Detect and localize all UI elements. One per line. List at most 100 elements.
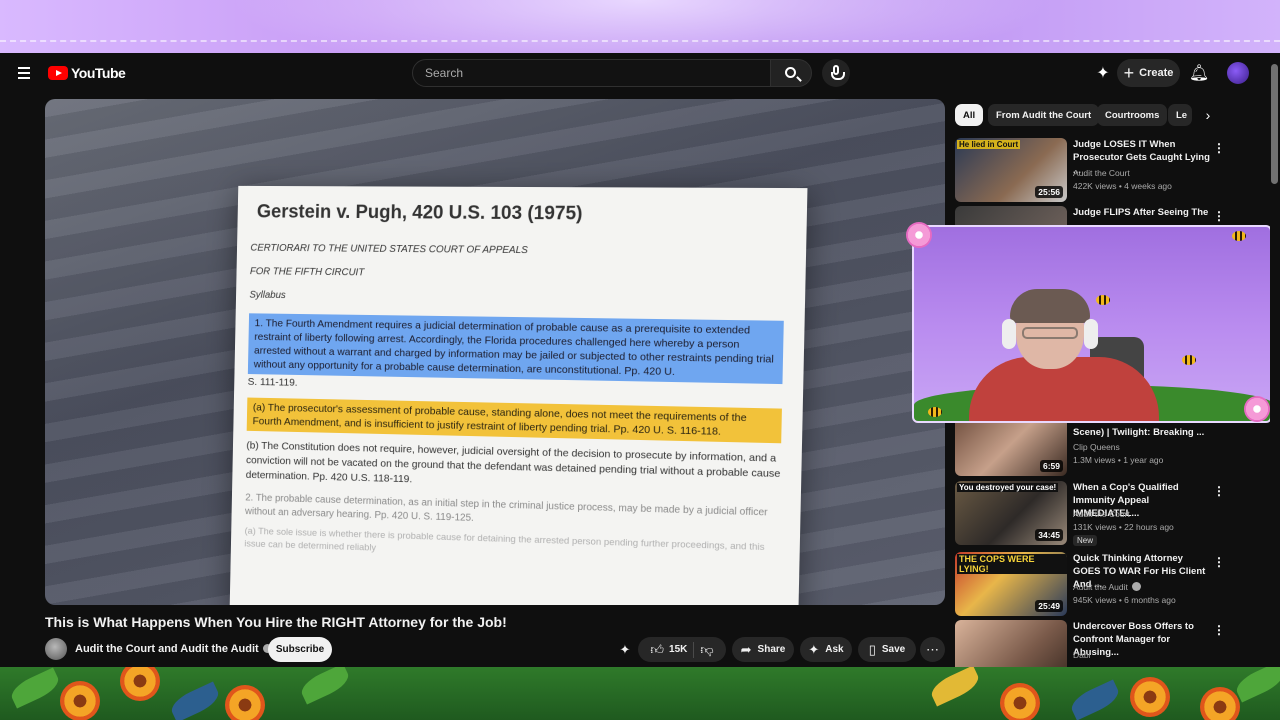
bee-icon [1096, 295, 1110, 305]
logo-text: YouTube [71, 65, 126, 81]
thumbs-up-icon: 👍︎ [650, 641, 665, 657]
more-vertical-icon[interactable]: ⋮ [1213, 483, 1225, 499]
blossom-icon [906, 222, 932, 248]
recommendation-item[interactable]: Judge FLIPS After Seeing The ⋮ [955, 206, 1225, 226]
recommendation-channel: Clip Queens [1073, 442, 1120, 452]
recommendation-item[interactable]: He lied in Court 25:56 Judge LOSES IT Wh… [955, 138, 1225, 202]
save-label: Save [881, 644, 906, 655]
recommendation-item[interactable]: Undercover Boss Offers to Confront Manag… [955, 620, 1225, 667]
chip-all[interactable]: All [955, 104, 984, 126]
streamer-hair [1010, 289, 1090, 323]
subscribe-button[interactable]: Subscribe [268, 637, 332, 662]
ai-sparkle-button[interactable]: ✦ [614, 637, 636, 662]
youtube-play-icon [48, 66, 68, 80]
microphone-icon [831, 65, 845, 80]
like-count: 15K [669, 644, 688, 655]
account-avatar[interactable] [1227, 62, 1249, 84]
thumbs-down-icon[interactable]: 👎︎ [700, 642, 713, 658]
leaf-icon [1232, 667, 1280, 703]
bee-icon [1182, 355, 1196, 365]
document-paragraph-b: (b) The Constitution does not require, h… [245, 439, 781, 486]
recommendation-meta: 131K views • 22 hours ago [1073, 522, 1174, 532]
bookmark-icon: ▯ [868, 641, 876, 657]
ask-button[interactable]: ✦ Ask [800, 637, 852, 662]
headphone-left-icon [1002, 319, 1016, 349]
recommendation-meta: 1.3M views • 1 year ago [1073, 455, 1164, 465]
document-frame: Gerstein v. Pugh, 420 U.S. 103 (1975) CE… [229, 185, 808, 605]
streamer-glasses [1022, 327, 1078, 339]
duration-badge: 6:59 [1039, 460, 1063, 472]
plus-icon: + [1123, 63, 1135, 83]
channel-name[interactable]: Audit the Court and Audit the Audit [75, 643, 272, 655]
document-blue-highlight: 1. The Fourth Amendment requires a judic… [247, 313, 784, 385]
notifications-bell-icon[interactable]: 🔔︎ [1187, 61, 1211, 85]
recommendation-title: Judge FLIPS After Seeing The [1073, 207, 1209, 218]
video-player[interactable]: Gerstein v. Pugh, 420 U.S. 103 (1975) CE… [45, 99, 945, 605]
video-thumbnail: THE COPS WERE LYING! 25:49 [955, 552, 1067, 616]
bee-icon [1232, 231, 1246, 241]
chip-partial[interactable]: Le [1168, 104, 1192, 126]
sparkle-icon: ✦ [619, 641, 631, 657]
like-button[interactable]: 👍︎ 15K [650, 642, 687, 658]
voice-search-button[interactable] [822, 59, 850, 87]
video-thumbnail: You destroyed your case! 34:45 [955, 481, 1067, 545]
sparkle-icon[interactable]: ✦ [1091, 61, 1115, 85]
recommendation-meta: 945K views • 6 months ago [1073, 595, 1176, 605]
more-vertical-icon[interactable]: ⋮ [1213, 622, 1225, 638]
chip-courtrooms[interactable]: Courtrooms [1097, 104, 1168, 126]
search-button[interactable] [770, 59, 812, 87]
flower-icon [60, 681, 100, 720]
channel-avatar[interactable] [45, 638, 67, 660]
thumbnail-caption: He lied in Court [957, 140, 1021, 149]
document-syllabus: Syllabus [249, 289, 286, 302]
document-circuit-line: FOR THE FIFTH CIRCUIT [249, 266, 365, 279]
chip-from-audit-the-court[interactable]: From Audit the Court [988, 104, 1100, 126]
like-dislike-group: 👍︎ 15K 👎︎ [638, 637, 726, 662]
streamer-shirt [969, 357, 1159, 421]
leaf-icon [1067, 679, 1123, 720]
more-actions-button[interactable]: ⋯ [920, 637, 945, 662]
video-thumbnail: He lied in Court 25:56 [955, 138, 1067, 202]
menu-icon[interactable] [12, 61, 36, 85]
more-vertical-icon[interactable]: ⋮ [1213, 140, 1225, 156]
chevron-right-icon[interactable]: › [1198, 104, 1218, 126]
share-button[interactable]: ➦ Share [732, 637, 794, 662]
video-thumbnail [955, 206, 1067, 226]
ask-label: Ask [825, 644, 844, 655]
duration-badge: 34:45 [1035, 529, 1063, 541]
more-vertical-icon[interactable]: ⋮ [1213, 554, 1225, 570]
stream-overlay-bottom [0, 667, 1280, 720]
recommendation-meta: 422K views • 4 weeks ago [1073, 181, 1172, 191]
search-input[interactable] [412, 59, 771, 87]
more-vertical-icon[interactable]: ⋮ [1213, 208, 1225, 224]
webcam-overlay [912, 225, 1272, 423]
recommendation-channel-text: Audit the Audit [1073, 582, 1128, 592]
document-court-line: CERTIORARI TO THE UNITED STATES COURT OF… [250, 242, 528, 257]
video-thumbnail [955, 620, 1067, 667]
share-icon: ➦ [740, 641, 752, 657]
recommendation-channel: Audit the Court [1073, 168, 1130, 178]
recommendation-item[interactable]: You destroyed your case! 34:45 When a Co… [955, 481, 1225, 546]
document-title: Gerstein v. Pugh, 420 U.S. 103 (1975) [256, 201, 583, 225]
recommendation-channel: Dabl [1073, 650, 1091, 660]
flower-icon [225, 685, 265, 720]
like-separator [693, 641, 695, 658]
sparkle-icon: ✦ [808, 641, 820, 657]
more-horizontal-icon: ⋯ [926, 641, 939, 657]
youtube-logo[interactable]: YouTube [48, 64, 126, 82]
leaf-icon [167, 681, 223, 720]
stream-overlay-top [0, 0, 1280, 53]
scrollbar-thumb[interactable] [1271, 64, 1278, 184]
flower-icon [1200, 687, 1240, 720]
recommendation-channel: Audit the Audit [1073, 582, 1141, 592]
recommendation-item[interactable]: THE COPS WERE LYING! 25:49 Quick Thinkin… [955, 552, 1225, 616]
video-title: This is What Happens When You Hire the R… [45, 614, 507, 630]
save-button[interactable]: ▯ Save [858, 637, 916, 662]
duration-badge: 25:49 [1035, 600, 1063, 612]
recommendation-title: Undercover Boss Offers to Confront Manag… [1073, 621, 1194, 658]
create-button[interactable]: + Create [1117, 59, 1180, 87]
leaf-icon [297, 667, 353, 705]
new-badge: New [1073, 535, 1098, 546]
leaf-icon [7, 667, 63, 709]
thumbnail-caption: THE COPS WERE LYING! [957, 554, 1067, 574]
